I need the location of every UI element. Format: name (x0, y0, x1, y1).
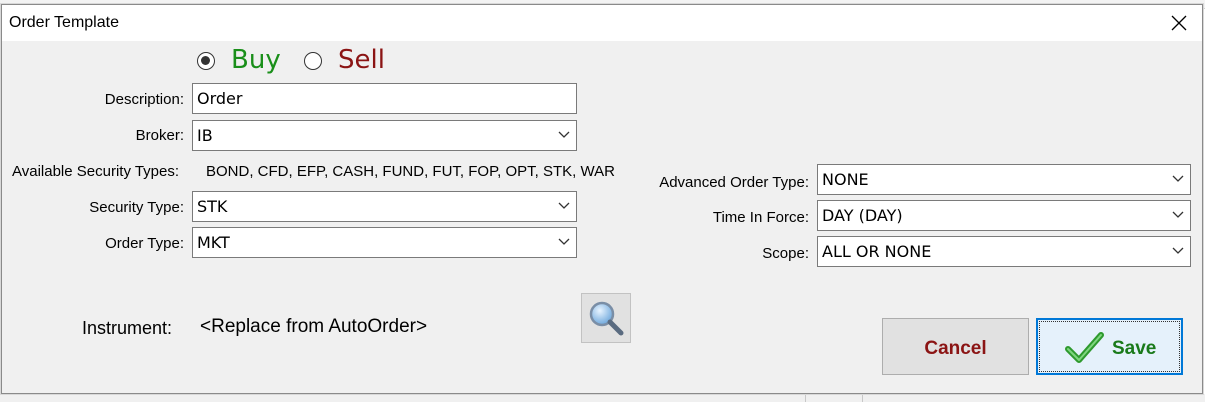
background-divider (862, 394, 863, 402)
background-divider (805, 394, 806, 402)
advanced-order-type-label: Advanced Order Type: (659, 174, 809, 191)
chevron-down-icon (1172, 175, 1184, 182)
chevron-down-icon (1172, 247, 1184, 254)
scope-select[interactable]: ALL OR NONE (817, 236, 1191, 267)
instrument-value: <Replace from AutoOrder> (200, 316, 428, 337)
chevron-down-icon (558, 131, 570, 138)
broker-value: IB (197, 126, 213, 145)
broker-select[interactable]: IB (192, 120, 577, 151)
scope-value: ALL OR NONE (822, 242, 932, 261)
cancel-button[interactable]: Cancel (882, 318, 1029, 375)
radio-selected-dot (201, 56, 210, 65)
sell-radio[interactable] (304, 52, 322, 70)
order-type-value: MKT (197, 233, 230, 252)
sell-label: Sell (338, 45, 385, 75)
buy-radio[interactable] (197, 52, 215, 70)
security-type-label: Security Type: (89, 199, 184, 216)
order-type-select[interactable]: MKT (192, 227, 577, 258)
chevron-down-icon (1172, 211, 1184, 218)
close-icon (1171, 15, 1187, 31)
time-in-force-select[interactable]: DAY (DAY) (817, 200, 1191, 231)
description-label: Description: (104, 91, 184, 108)
time-in-force-label: Time In Force: (712, 209, 809, 226)
window-title: Order Template (9, 14, 119, 31)
magnifier-icon (589, 301, 624, 336)
chevron-down-icon (558, 202, 570, 209)
search-button[interactable] (581, 293, 631, 343)
broker-label: Broker: (135, 127, 184, 144)
cancel-label: Cancel (924, 338, 987, 359)
available-types-value: BOND, CFD, EFP, CASH, FUND, FUT, FOP, OP… (206, 163, 615, 180)
description-input[interactable]: Order (192, 83, 577, 114)
close-button[interactable] (1156, 5, 1202, 41)
save-button[interactable]: Save (1036, 318, 1183, 375)
chevron-down-icon (558, 238, 570, 245)
instrument-label: Instrument: (82, 318, 173, 338)
advanced-order-type-select[interactable]: NONE (817, 164, 1191, 195)
description-value: Order (197, 89, 243, 108)
time-in-force-value: DAY (DAY) (822, 206, 903, 225)
scope-label: Scope: (762, 245, 809, 262)
security-type-select[interactable]: STK (192, 191, 577, 222)
save-label: Save (1112, 338, 1157, 359)
order-type-label: Order Type: (105, 235, 184, 252)
background-app-bottom (0, 394, 1205, 402)
advanced-order-type-value: NONE (822, 170, 869, 189)
checkmark-icon (1065, 332, 1104, 363)
focus-ring (1039, 321, 1180, 372)
title-bar: Order Template (2, 5, 1202, 41)
security-type-value: STK (197, 197, 228, 216)
buy-label: Buy (231, 45, 281, 75)
order-template-dialog: Order Template Buy Sell Description: Ord… (1, 4, 1203, 394)
available-types-label: Available Security Types: (12, 163, 180, 180)
